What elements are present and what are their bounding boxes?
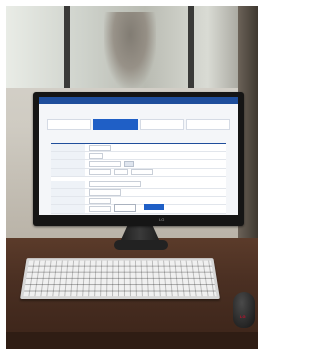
step-2-active xyxy=(93,119,138,130)
step-progress xyxy=(47,119,230,130)
form-label xyxy=(51,188,85,197)
window-mullion xyxy=(64,6,70,88)
search-button[interactable] xyxy=(124,160,134,168)
computer-mouse[interactable]: LG xyxy=(233,292,255,328)
text-field[interactable] xyxy=(131,169,153,176)
form-row xyxy=(51,152,226,161)
text-field[interactable] xyxy=(89,169,111,176)
app-top-bar xyxy=(39,97,238,104)
step-3 xyxy=(139,119,184,130)
monitor-brand-logo: LG xyxy=(159,217,165,222)
keyboard-keys[interactable] xyxy=(23,260,217,297)
form-row xyxy=(51,168,226,177)
photo-scene: LG LG xyxy=(6,6,258,349)
form-label xyxy=(51,152,85,160)
keyboard[interactable] xyxy=(20,258,220,299)
form-buttons xyxy=(39,204,238,212)
monitor-stand-base xyxy=(114,240,168,250)
window-mullion xyxy=(188,6,194,88)
blurred-person xyxy=(104,12,156,88)
form-row xyxy=(51,188,226,198)
text-field[interactable] xyxy=(89,160,121,168)
text-field[interactable] xyxy=(89,189,121,196)
form-label xyxy=(51,180,85,188)
select-field[interactable] xyxy=(114,169,128,176)
monitor: LG xyxy=(33,92,244,226)
form-row xyxy=(51,160,226,169)
form-label xyxy=(51,144,85,152)
form-table xyxy=(51,143,226,214)
text-field[interactable] xyxy=(89,181,141,188)
monitor-screen[interactable] xyxy=(39,97,238,215)
form-row xyxy=(51,180,226,189)
desk-edge xyxy=(6,332,258,349)
step-4 xyxy=(185,119,230,130)
select-field[interactable] xyxy=(89,197,111,204)
form-label xyxy=(51,160,85,168)
form-label xyxy=(51,168,85,176)
step-1 xyxy=(47,119,92,130)
mouse-brand-logo: LG xyxy=(240,314,246,319)
form-row xyxy=(51,144,226,153)
next-button[interactable] xyxy=(143,204,164,210)
text-field[interactable] xyxy=(89,144,111,151)
previous-button[interactable] xyxy=(113,204,136,212)
text-field[interactable] xyxy=(89,152,103,159)
